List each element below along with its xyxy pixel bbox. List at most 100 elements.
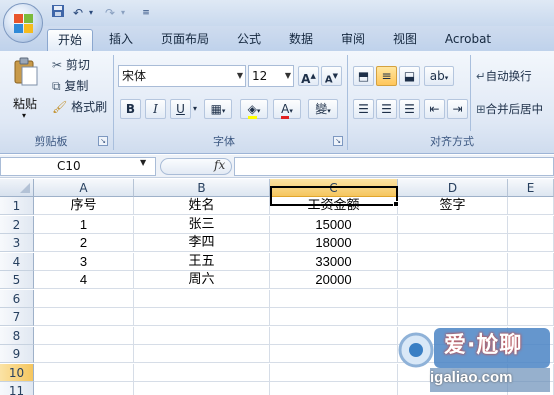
underline-dropdown-icon[interactable]: ▾: [193, 99, 197, 119]
cell-a4[interactable]: 3: [34, 252, 134, 271]
cell-b7[interactable]: [134, 308, 270, 326]
name-box[interactable]: C10: [0, 157, 156, 176]
cell-b5[interactable]: 周六: [134, 271, 270, 289]
row-header-9[interactable]: 9: [0, 345, 34, 363]
formula-input[interactable]: [234, 157, 554, 176]
cell-c5[interactable]: 20000: [270, 271, 398, 289]
cut-button[interactable]: ✂ 剪切: [52, 55, 90, 75]
cell-b2[interactable]: 张三: [134, 215, 270, 234]
grow-font-button[interactable]: A▲: [298, 66, 319, 86]
fill-color-button[interactable]: ◈▾: [240, 99, 268, 119]
cell-e3[interactable]: [508, 234, 554, 252]
font-size-select[interactable]: 12 ▼: [248, 65, 294, 87]
wrap-text-button[interactable]: ↵自动换行: [476, 66, 532, 86]
cell-a1[interactable]: 序号: [34, 197, 134, 215]
cell-a3[interactable]: 2: [34, 234, 134, 252]
align-bottom-button[interactable]: ⬓: [399, 66, 420, 86]
column-header-d[interactable]: D: [398, 179, 508, 197]
clipboard-launcher-icon[interactable]: ↘: [98, 136, 108, 146]
cell-b8[interactable]: [134, 326, 270, 345]
row-header-8[interactable]: 8: [0, 326, 34, 345]
column-header-e[interactable]: E: [508, 179, 554, 197]
align-top-button[interactable]: ⬒: [353, 66, 374, 86]
increase-indent-button[interactable]: ⇥: [447, 99, 468, 119]
cell-c7[interactable]: [270, 308, 398, 326]
cell-d4[interactable]: [398, 252, 508, 271]
tab-home[interactable]: 开始: [47, 29, 93, 51]
paste-button[interactable]: 粘贴 ▾: [8, 55, 44, 131]
cell-d5[interactable]: [398, 271, 508, 289]
align-right-button[interactable]: ☰: [399, 99, 420, 119]
cell-d6[interactable]: [398, 289, 508, 308]
chevron-down-icon[interactable]: ▼: [140, 158, 146, 167]
cell-a5[interactable]: 4: [34, 271, 134, 289]
select-all-corner[interactable]: [0, 179, 34, 197]
cell-d1[interactable]: 签字: [398, 197, 508, 215]
cell-c8[interactable]: [270, 326, 398, 345]
cell-a11[interactable]: [34, 382, 134, 395]
row-header-1[interactable]: 1: [0, 197, 34, 215]
insert-function-icon[interactable]: fx: [214, 158, 225, 172]
orientation-button[interactable]: ab▾: [424, 66, 454, 86]
cell-a9[interactable]: [34, 345, 134, 363]
copy-button[interactable]: ⧉ 复制: [52, 76, 88, 96]
align-left-button[interactable]: ☰: [353, 99, 374, 119]
cell-e1[interactable]: [508, 197, 554, 215]
undo-icon[interactable]: ↶: [70, 4, 86, 22]
tab-page-layout[interactable]: 页面布局: [152, 29, 218, 51]
cell-e5[interactable]: [508, 271, 554, 289]
align-center-button[interactable]: ☰: [376, 99, 397, 119]
row-header-6[interactable]: 6: [0, 289, 34, 308]
redo-icon[interactable]: ↷: [102, 4, 118, 22]
cell-a7[interactable]: [34, 308, 134, 326]
cell-b3[interactable]: 李四: [134, 234, 270, 252]
cell-c3[interactable]: 18000: [270, 234, 398, 252]
cell-d2[interactable]: [398, 215, 508, 234]
cell-c11[interactable]: [270, 382, 398, 395]
fill-handle[interactable]: [393, 201, 399, 207]
cell-d3[interactable]: [398, 234, 508, 252]
cell-b11[interactable]: [134, 382, 270, 395]
bold-button[interactable]: B: [120, 99, 141, 119]
shrink-font-button[interactable]: A▼: [321, 66, 342, 86]
cell-c2[interactable]: 15000: [270, 215, 398, 234]
cell-a8[interactable]: [34, 326, 134, 345]
cell-b10[interactable]: [134, 363, 270, 382]
row-header-2[interactable]: 2: [0, 215, 34, 234]
cell-a2[interactable]: 1: [34, 215, 134, 234]
customize-toolbar-icon[interactable]: ≡: [140, 4, 152, 22]
redo-dropdown-icon[interactable]: ▾: [118, 4, 128, 22]
row-header-4[interactable]: 4: [0, 252, 34, 271]
font-launcher-icon[interactable]: ↘: [333, 136, 343, 146]
merge-center-button[interactable]: ⊞合并后居中: [476, 99, 554, 119]
column-header-b[interactable]: B: [134, 179, 270, 197]
tab-formulas[interactable]: 公式: [228, 29, 270, 51]
tab-data[interactable]: 数据: [280, 29, 322, 51]
undo-dropdown-icon[interactable]: ▾: [86, 4, 96, 22]
office-button[interactable]: [3, 3, 43, 43]
borders-button[interactable]: ▦▾: [204, 99, 232, 119]
font-color-button[interactable]: A▾: [273, 99, 301, 119]
save-icon[interactable]: [50, 4, 66, 22]
cell-e4[interactable]: [508, 252, 554, 271]
row-header-11[interactable]: 11: [0, 382, 34, 395]
align-middle-button[interactable]: ≡: [376, 66, 397, 86]
column-header-a[interactable]: A: [34, 179, 134, 197]
tab-review[interactable]: 审阅: [332, 29, 374, 51]
tab-acrobat[interactable]: Acrobat: [436, 29, 500, 51]
cell-c9[interactable]: [270, 345, 398, 363]
cell-e2[interactable]: [508, 215, 554, 234]
cell-c10[interactable]: [270, 363, 398, 382]
format-painter-button[interactable]: 🖌 格式刷: [52, 97, 107, 117]
cell-b9[interactable]: [134, 345, 270, 363]
cell-b6[interactable]: [134, 289, 270, 308]
phonetic-button[interactable]: 變▾: [308, 99, 338, 119]
font-name-select[interactable]: 宋体 ▼: [118, 65, 246, 87]
row-header-7[interactable]: 7: [0, 308, 34, 326]
underline-button[interactable]: U: [170, 99, 191, 119]
row-header-3[interactable]: 3: [0, 234, 34, 252]
italic-button[interactable]: I: [145, 99, 166, 119]
cell-c4[interactable]: 33000: [270, 252, 398, 271]
active-cell-border[interactable]: [270, 186, 398, 206]
cell-b1[interactable]: 姓名: [134, 197, 270, 215]
